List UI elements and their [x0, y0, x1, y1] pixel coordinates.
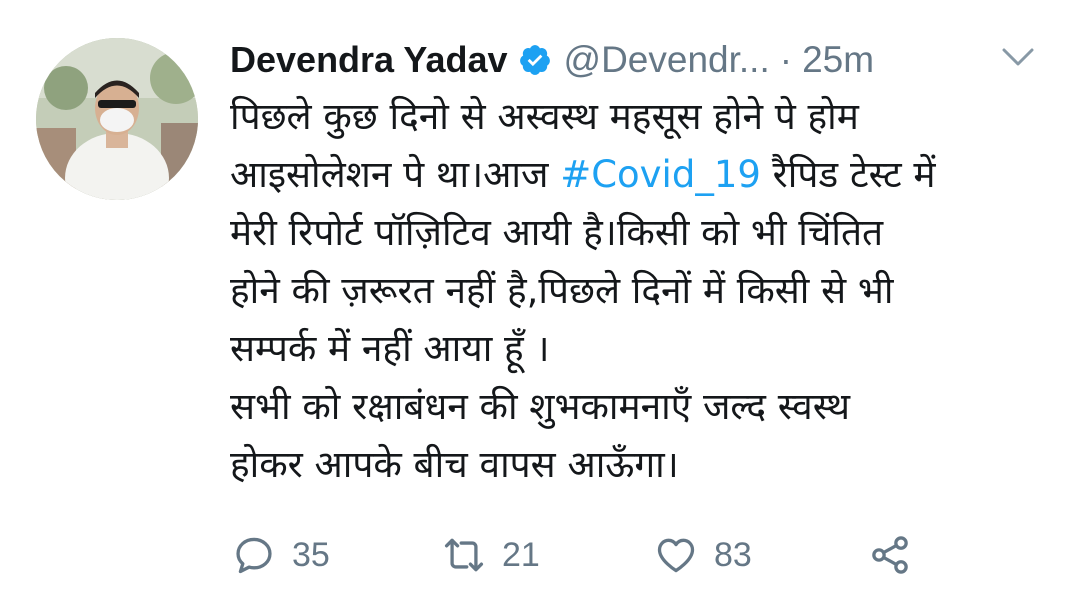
- avatar[interactable]: [36, 38, 198, 200]
- tweet-line: होकर आपके बीच वापस आऊँगा।: [230, 443, 679, 486]
- reply-icon: [236, 537, 272, 574]
- tweet-card[interactable]: Devendra Yadav @Devendr... · 25m पिछले क…: [0, 0, 1080, 613]
- tweet-line: मेरी रिपोर्ट पॉज़िटिव आयी है।किसी को भी …: [230, 211, 884, 254]
- separator-dot: ·: [779, 39, 793, 80]
- tweet-line: होने की ज़रूरत नहीं है,पिछले दिनों में क…: [230, 269, 894, 312]
- chevron-down-icon[interactable]: [1000, 44, 1036, 72]
- like-icon: [657, 538, 695, 573]
- reply-count: 35: [292, 535, 330, 574]
- like-count: 83: [714, 535, 752, 574]
- avatar-photo: [36, 38, 198, 200]
- tweet-line: आइसोलेशन पे था।आज #Covid_19 रैपिड टेस्ट …: [230, 146, 1060, 204]
- tweet-timestamp[interactable]: 25m: [802, 39, 874, 81]
- author-handle[interactable]: @Devendr...: [564, 39, 770, 81]
- like-button[interactable]: 83: [654, 533, 868, 577]
- hashtag-link[interactable]: #Covid_19: [560, 153, 761, 196]
- retweet-icon: [444, 538, 484, 572]
- share-button[interactable]: [868, 533, 912, 577]
- tweet-line: पिछले कुछ दिनो से अस्वस्थ महसूस होने पे …: [230, 95, 859, 138]
- reply-button[interactable]: 35: [232, 533, 442, 577]
- tweet-text: पिछले कुछ दिनो से अस्वस्थ महसूस होने पे …: [230, 88, 1060, 494]
- tweet-line-text: आइसोलेशन पे था।आज: [230, 153, 549, 196]
- share-icon: [872, 536, 908, 574]
- tweet-line: सभी को रक्षाबंधन की शुभकामनाएँ जल्द स्वस…: [230, 385, 851, 428]
- retweet-count: 21: [502, 535, 540, 574]
- tweet-line-text: रैपिड टेस्ट में: [772, 153, 936, 196]
- tweet-header: Devendra Yadav @Devendr... · 25m: [230, 34, 874, 86]
- verified-badge-icon: [519, 45, 550, 75]
- author-name[interactable]: Devendra Yadav: [230, 39, 508, 81]
- retweet-button[interactable]: 21: [442, 533, 654, 577]
- tweet-actions: 35 21 83: [232, 527, 912, 583]
- tweet-line: सम्पर्क में नहीं आया हूँ ।: [230, 327, 550, 370]
